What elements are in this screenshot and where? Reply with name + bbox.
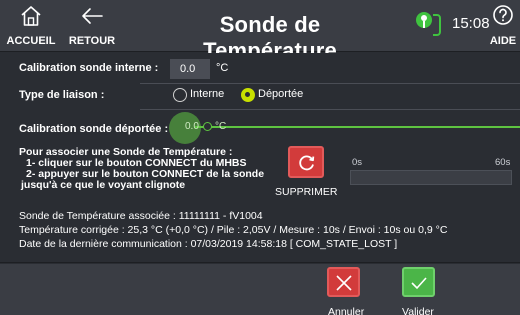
calibration-remote-unit: °C [215,121,227,132]
progress-end-label: 60s [495,157,511,168]
calibration-remote-slider-track[interactable] [195,126,520,128]
delete-button[interactable] [288,146,324,178]
header-bar: ACCUEIL RETOUR Sonde de Température 15:0… [0,0,520,63]
calibration-internal-label: Calibration sonde interne : [19,62,159,74]
calibration-internal-unit: °C [216,62,229,74]
radio-internal-label: Interne [190,88,225,100]
radio-remote[interactable]: Déportée [241,87,311,103]
delete-label: SUPPRIMER [275,186,338,198]
checkmark-icon [411,277,427,290]
instruction-line: jusqu'à ce que le voyant clignote [21,179,186,191]
settings-panel: Calibration sonde interne : 0.0 °C Type … [0,53,520,263]
calibration-internal-input[interactable]: 0.0 [170,59,210,79]
cancel-button[interactable] [327,267,360,297]
back-label: RETOUR [68,35,116,47]
help-label: AIDE [489,35,517,47]
radio-internal[interactable]: Interne [173,87,233,103]
pairing-progress-bar [350,170,512,185]
calibration-remote-slider-thumb[interactable] [203,122,212,131]
link-type-label: Type de liaison : [19,89,105,101]
footer-bar: Annuler Valider [0,264,520,315]
clock: 15:08 [452,15,490,32]
home-label: ACCUEIL [6,35,56,47]
cancel-label: Annuler [328,306,365,315]
calibration-remote-label: Calibration sonde déportée : [19,123,169,135]
divider [140,109,520,110]
confirm-label: Valider [402,306,434,315]
refresh-icon [299,155,315,171]
home-icon [21,6,41,26]
help-icon [493,5,513,25]
back-button[interactable]: RETOUR [62,0,122,52]
last-communication-info: Date de la dernière communication : 07/0… [19,238,398,250]
radio-remote-label: Déportée [258,88,304,100]
progress-start-label: 0s [352,157,363,168]
connection-status-icon [416,12,441,36]
associated-sensor-info: Sonde de Température associée : 11111111… [19,210,263,222]
radio-internal-indicator [173,88,187,102]
corrected-temperature-info: Température corrigée : 25,3 °C (+0,0 °C)… [19,224,448,236]
close-icon [336,275,352,291]
home-button[interactable]: ACCUEIL [6,0,56,52]
calibration-remote-value: 0.0 [185,121,199,132]
help-button[interactable]: AIDE [486,0,520,52]
confirm-button[interactable] [402,267,435,297]
divider [140,83,520,84]
pairing-instructions: Pour associer une Sonde de Température :… [19,147,289,191]
radio-remote-indicator [241,88,255,102]
arrow-left-icon [82,8,103,24]
